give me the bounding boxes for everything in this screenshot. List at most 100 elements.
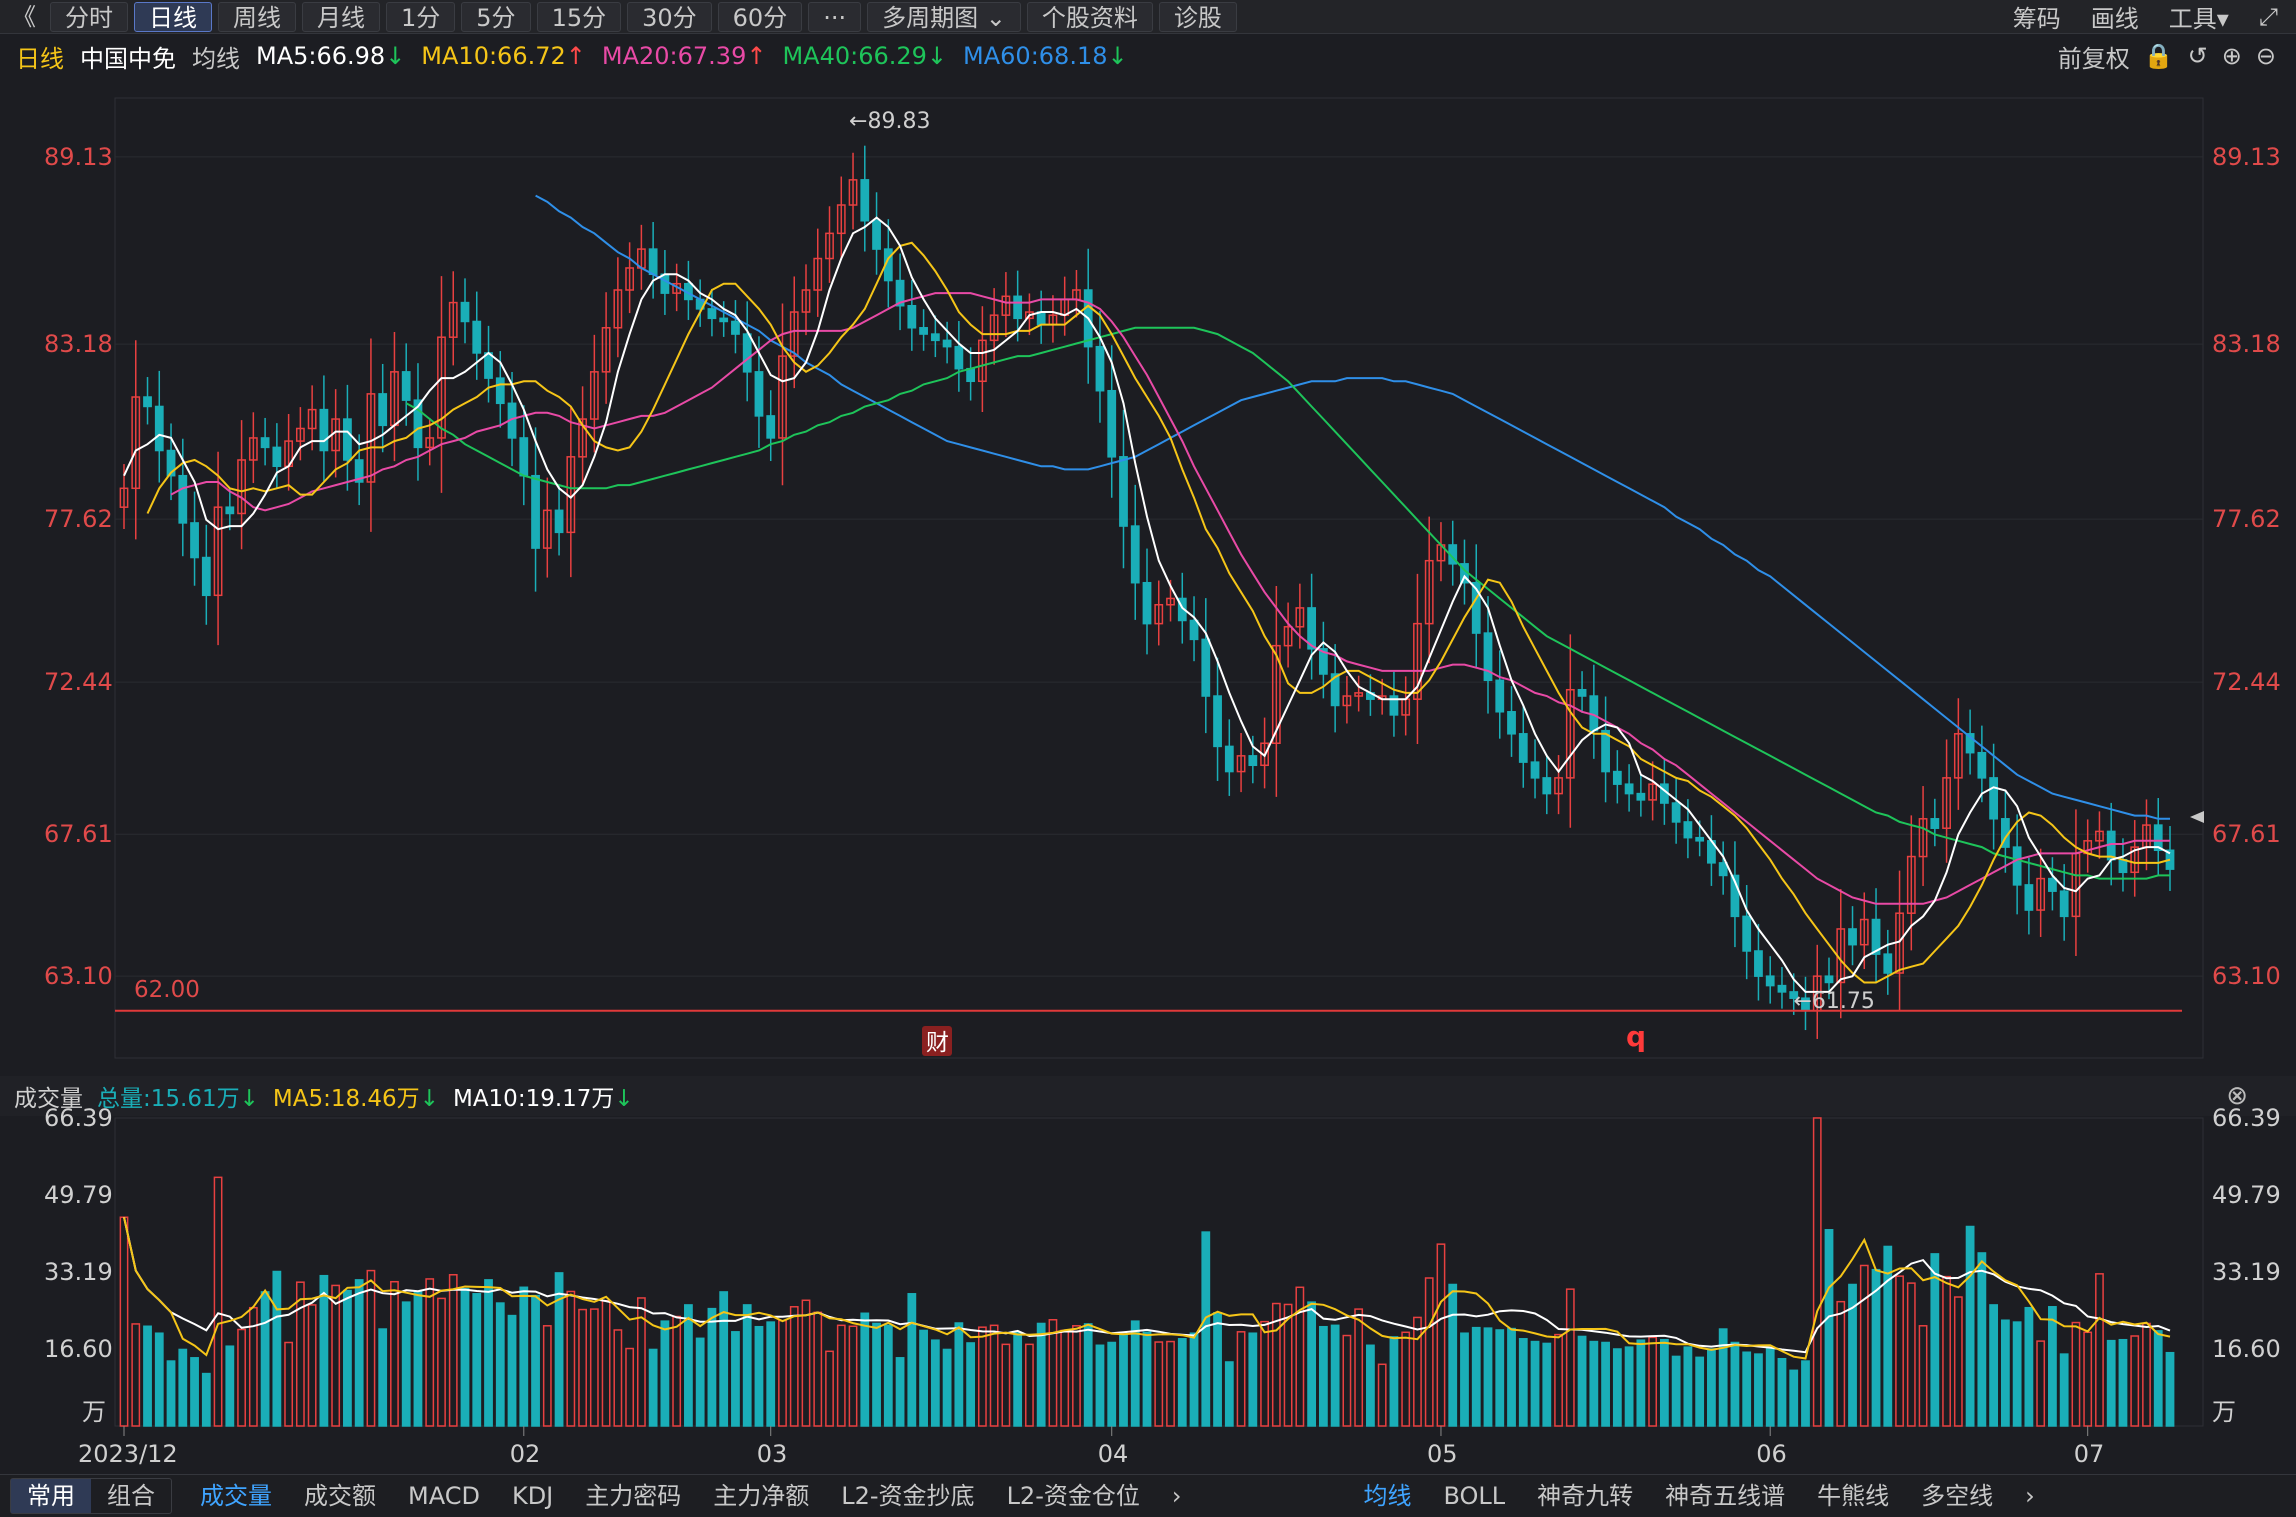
volume-bar-0: [119, 1216, 129, 1427]
overlay-tab-2[interactable]: 神奇九转: [1521, 1475, 1649, 1517]
close-icon[interactable]: ⊗: [2226, 1081, 2248, 1111]
chart-tools: 前复权 🔒 ↺ ⊕ ⊖: [2058, 34, 2276, 78]
volume-bar-8: [213, 1176, 223, 1427]
candle-body-28: [448, 301, 458, 338]
candle-body-113: [1448, 544, 1458, 565]
candle-body-126: [1601, 729, 1610, 773]
period-tab-2[interactable]: 周线: [218, 1, 296, 32]
volume-tick-left-2: 33.19: [44, 1258, 113, 1286]
overlay-tab-5[interactable]: 多空线: [1905, 1475, 2009, 1517]
stock-name[interactable]: 中国中免: [80, 39, 176, 74]
indicator-tab-1[interactable]: 成交额: [288, 1475, 392, 1517]
volume-bar-62: [848, 1325, 858, 1427]
candle-body-56: [778, 355, 787, 439]
price-tick-right-1: 83.18: [2212, 330, 2281, 358]
overlay-tab-3[interactable]: 神奇五线谱: [1649, 1475, 1801, 1517]
candle-body-94: [1224, 745, 1234, 773]
volume-bar-165: [2059, 1353, 2069, 1427]
volume-bar-121: [1542, 1342, 1552, 1427]
period-tab-7[interactable]: 30分: [627, 1, 712, 32]
volume-bar-63: [860, 1312, 870, 1427]
period-tab-4[interactable]: 1分: [386, 1, 456, 32]
overlay-tab-4[interactable]: 牛熊线: [1801, 1475, 1905, 1517]
period-tab-0[interactable]: 分时: [50, 1, 128, 32]
volume-bar-120: [1530, 1340, 1540, 1427]
indicator-tab-7[interactable]: L2-资金仓位: [991, 1475, 1156, 1517]
candle-body-122: [1554, 777, 1563, 795]
candle-body-104: [1342, 695, 1352, 707]
candle-body-162: [2024, 884, 2034, 911]
volume-bar-97: [1260, 1320, 1269, 1427]
indicator-tab-2[interactable]: MACD: [392, 1475, 496, 1517]
overlay-tab-1[interactable]: BOLL: [1427, 1475, 1521, 1517]
period-tab-5[interactable]: 5分: [461, 1, 531, 32]
indicator-tab-6[interactable]: L2-资金抄底: [825, 1475, 990, 1517]
volume-tick-left-1: 49.79: [44, 1181, 113, 1209]
volume-bar-23: [390, 1280, 399, 1427]
volume-bar-103: [1330, 1324, 1340, 1427]
candle-body-164: [2048, 877, 2057, 892]
period-tab-11[interactable]: 个股资料: [1026, 1, 1153, 32]
candle-body-88: [1154, 604, 1164, 625]
toolbar-right-item-3[interactable]: ⤢: [2259, 3, 2278, 31]
toolbar-right-item-1[interactable]: 画线: [2091, 0, 2139, 34]
indicator-tab-4[interactable]: 主力密码: [569, 1475, 697, 1517]
indicator-tab-3[interactable]: KDJ: [496, 1475, 569, 1517]
indicator-tab-0[interactable]: 成交量: [184, 1475, 288, 1517]
volume-bar-14: [284, 1341, 294, 1427]
volume-bar-124: [1577, 1335, 1587, 1427]
period-tab-3[interactable]: 月线: [302, 1, 380, 32]
group-tab-0[interactable]: 常用: [11, 1479, 91, 1513]
candle-body-25: [413, 399, 423, 449]
period-tab-6[interactable]: 15分: [536, 1, 622, 32]
lock-icon[interactable]: 🔒: [2144, 42, 2174, 70]
toolbar-right-item-2[interactable]: 工具▾: [2169, 0, 2229, 34]
volume-bar-40: [589, 1308, 599, 1427]
candle-body-97: [1260, 742, 1269, 767]
indicator-tab-5[interactable]: 主力净额: [697, 1475, 825, 1517]
period-tab-12[interactable]: 诊股: [1158, 1, 1237, 32]
more-tabs-arrow[interactable]: ›: [1156, 1475, 1198, 1517]
period-tab-1[interactable]: 日线: [134, 1, 212, 32]
candle-body-16: [307, 408, 317, 430]
candle-body-151: [1895, 912, 1904, 974]
price-tick-left-0: 89.13: [44, 143, 113, 171]
candle-body-106: [1366, 692, 1375, 700]
period-tab-10[interactable]: 多周期图 ⌄: [867, 1, 1021, 32]
candle-body-127: [1612, 770, 1622, 785]
candle-body-89: [1166, 597, 1175, 606]
ma-type-label[interactable]: 均线: [192, 39, 240, 74]
volume-unit-right: 万: [2212, 1398, 2236, 1426]
candle-body-107: [1377, 695, 1387, 700]
candle-body-139: [1754, 950, 1763, 977]
candle-body-118: [1507, 711, 1516, 735]
back-button[interactable]: 《: [4, 2, 44, 32]
volume-bar-119: [1518, 1338, 1528, 1427]
zoom-in-icon[interactable]: ⊕: [2222, 42, 2242, 70]
toolbar-right-item-0[interactable]: 筹码: [2013, 0, 2061, 34]
candle-body-26: [425, 437, 435, 449]
volume-bar-42: [613, 1329, 623, 1427]
overlay-tab-0[interactable]: 均线: [1347, 1475, 1427, 1517]
period-tab-9[interactable]: ···: [808, 1, 862, 32]
volume-bar-7: [201, 1372, 211, 1427]
candle-body-1: [131, 396, 141, 490]
zoom-out-icon[interactable]: ⊖: [2256, 42, 2276, 70]
undo-icon[interactable]: ↺: [2188, 42, 2208, 70]
volume-bar-123: [1565, 1288, 1575, 1427]
period-tab-8[interactable]: 60分: [717, 1, 803, 32]
volume-bar-75: [1001, 1343, 1011, 1427]
candle-body-36: [542, 509, 552, 549]
volume-bar-66: [895, 1357, 905, 1427]
adjust-select[interactable]: 前复权: [2058, 39, 2130, 74]
candle-body-61: [836, 204, 846, 235]
candle-body-42: [613, 289, 623, 329]
volume-bar-85: [1119, 1333, 1128, 1427]
group-tab-1[interactable]: 组合: [91, 1479, 171, 1513]
volume-tick-left-3: 16.60: [44, 1335, 113, 1363]
more-overlays-arrow[interactable]: ›: [2009, 1475, 2051, 1517]
volume-bar-32: [495, 1302, 505, 1427]
ma-info-bar: 日线 中国中免 均线 MA5:66.98↓ MA10:66.72↑ MA20:6…: [0, 34, 2296, 78]
candle-body-159: [1989, 777, 1999, 820]
volume-bar-24: [401, 1301, 411, 1427]
